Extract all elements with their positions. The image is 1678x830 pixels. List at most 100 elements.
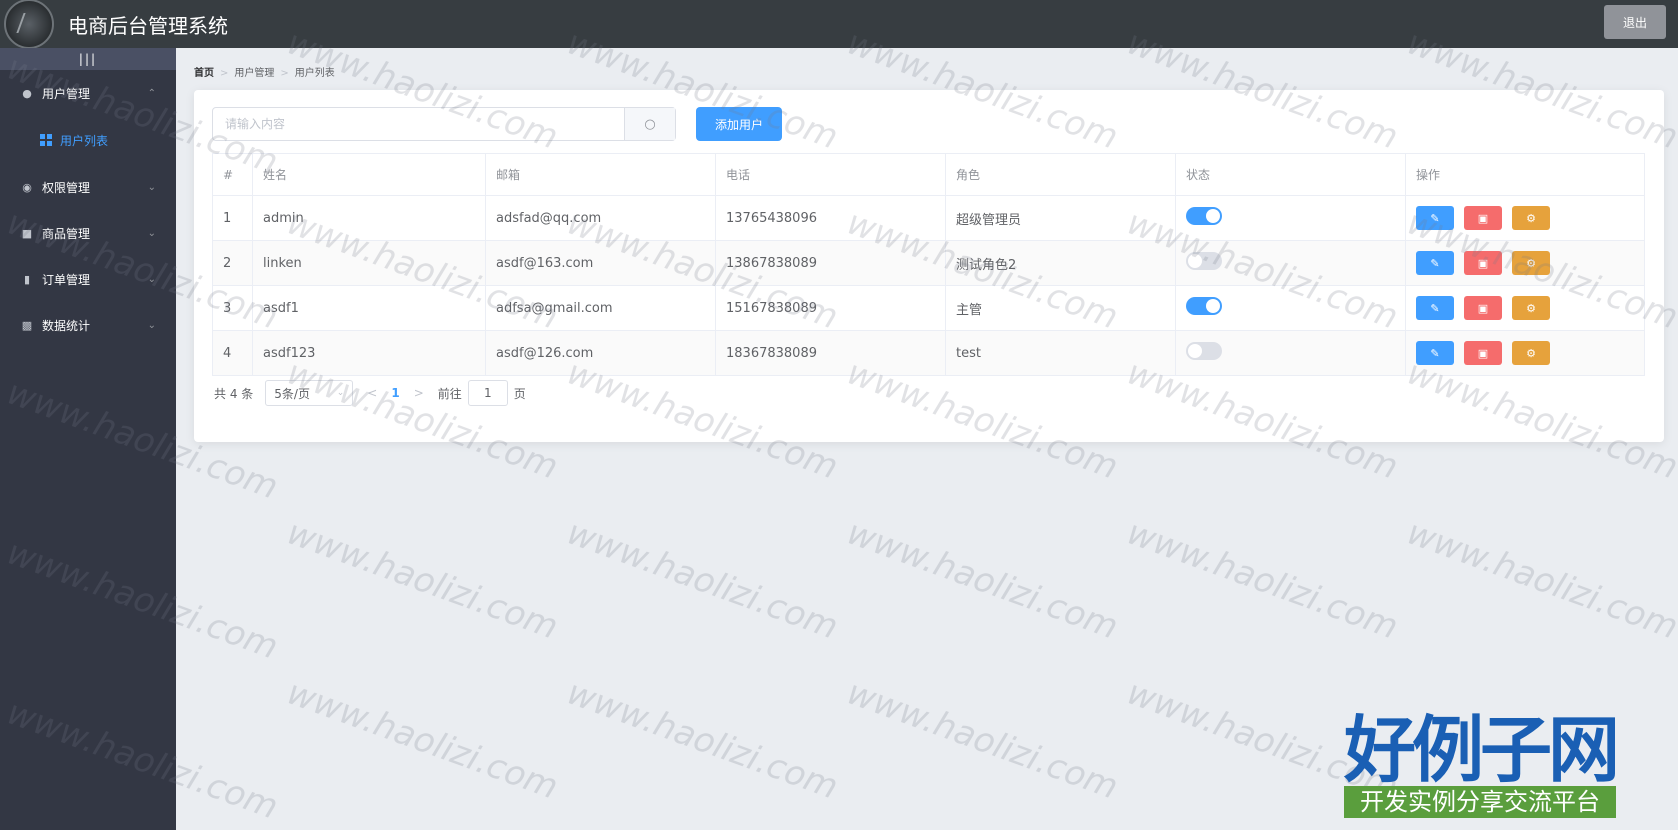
assign-role-button[interactable]: ⚙ (1512, 341, 1550, 365)
breadcrumb-separator-icon: > (220, 68, 229, 79)
table-row: 2 linken asdf@163.com 13867838089 测试角色2 … (212, 240, 1645, 286)
chevron-up-icon: ⌃ (147, 87, 156, 99)
cell-status (1175, 240, 1406, 286)
column-header-role: 角色 (945, 153, 1176, 196)
prev-page-button[interactable]: < (367, 386, 377, 400)
edit-icon: ✎ (1430, 346, 1440, 360)
sidebar-item-user-management[interactable]: ● 用户管理 ⌃ (0, 70, 176, 116)
cell-email: adfsa@gmail.com (485, 285, 716, 331)
cell-index: 3 (212, 285, 253, 331)
sidebar-toggle-button[interactable]: ||| (0, 48, 176, 70)
assign-role-button[interactable]: ⚙ (1512, 206, 1550, 230)
breadcrumb-item: 用户管理 (234, 68, 275, 79)
column-header-index: # (212, 153, 253, 196)
delete-icon: ▣ (1477, 346, 1489, 360)
status-switch[interactable] (1186, 342, 1222, 360)
table-row: 1 admin adsfad@qq.com 13765438096 超级管理员 … (212, 195, 1645, 241)
cell-status (1175, 195, 1406, 241)
cell-role: 测试角色2 (945, 240, 1176, 286)
search-input[interactable] (213, 108, 624, 140)
search-icon[interactable]: ○ (624, 108, 675, 140)
chevron-down-icon: ⌄ (147, 319, 156, 331)
delete-icon: ▣ (1477, 256, 1489, 270)
edit-button[interactable]: ✎ (1416, 296, 1454, 320)
cell-name: asdf1 (252, 285, 486, 331)
sidebar-item-label: 订单管理 (42, 272, 91, 287)
status-switch[interactable] (1186, 252, 1222, 270)
cell-actions: ✎ ▣ ⚙ (1405, 285, 1645, 331)
goods-icon: ■ (21, 226, 33, 240)
edit-button[interactable]: ✎ (1416, 341, 1454, 365)
assign-role-button[interactable]: ⚙ (1512, 296, 1550, 320)
cell-role: 主管 (945, 285, 1176, 331)
cell-name: admin (252, 195, 486, 241)
sidebar-item-goods-management[interactable]: ■ 商品管理 ⌄ (0, 210, 176, 256)
cell-index: 1 (212, 195, 253, 241)
delete-icon: ▣ (1477, 301, 1489, 315)
search-box: ○ (212, 107, 676, 141)
brand-watermark: 好例子网 开发实例分享交流平台 (1344, 707, 1620, 818)
cell-index: 2 (212, 240, 253, 286)
chevron-down-icon: ⌄ (147, 227, 156, 239)
status-switch[interactable] (1186, 297, 1222, 315)
sidebar-item-label: 商品管理 (42, 226, 91, 241)
assign-role-button[interactable]: ⚙ (1512, 251, 1550, 275)
cell-email: adsfad@qq.com (485, 195, 716, 241)
goto-suffix: 页 (513, 386, 526, 401)
delete-button[interactable]: ▣ (1464, 296, 1502, 320)
user-icon: ● (22, 86, 32, 100)
breadcrumb-home[interactable]: 首页 (194, 68, 214, 79)
edit-icon: ✎ (1430, 256, 1440, 270)
grid-icon (40, 134, 52, 146)
goto-page-input[interactable] (467, 380, 508, 406)
cell-status (1175, 285, 1406, 331)
next-page-button[interactable]: > (414, 386, 424, 400)
column-header-actions: 操作 (1405, 153, 1645, 196)
sidebar-item-permission-management[interactable]: ◉ 权限管理 ⌄ (0, 164, 176, 210)
page-number[interactable]: 1 (391, 386, 399, 400)
logout-button[interactable]: 退出 (1604, 5, 1666, 39)
delete-icon: ▣ (1477, 211, 1489, 225)
brand-subtitle: 开发实例分享交流平台 (1344, 786, 1617, 818)
sidebar-subitem-user-list[interactable]: 用户列表 (0, 116, 176, 164)
sidebar-item-order-management[interactable]: ▮ 订单管理 ⌄ (0, 256, 176, 302)
chart-icon: ▩ (21, 318, 33, 332)
cell-email: asdf@163.com (485, 240, 716, 286)
brand-title: 好例子网 (1344, 707, 1620, 792)
cell-phone: 18367838089 (715, 330, 946, 376)
sidebar-item-label: 权限管理 (42, 180, 91, 195)
sidebar-item-label: 用户管理 (42, 86, 91, 101)
sidebar-subitem-label: 用户列表 (60, 133, 109, 148)
edit-button[interactable]: ✎ (1416, 251, 1454, 275)
chevron-down-icon: ⌄ (336, 388, 345, 398)
gear-icon: ⚙ (1526, 346, 1536, 360)
sidebar-item-data-statistics[interactable]: ▩ 数据统计 ⌄ (0, 302, 176, 348)
delete-button[interactable]: ▣ (1464, 206, 1502, 230)
pagination: 共 4 条 5条/页 ⌄ < 1 > 前往 页 (214, 380, 526, 406)
cell-email: asdf@126.com (485, 330, 716, 376)
pagination-total: 共 4 条 (214, 386, 254, 401)
breadcrumb-separator-icon: > (280, 68, 289, 79)
cell-actions: ✎ ▣ ⚙ (1405, 195, 1645, 241)
order-icon: ▮ (23, 272, 31, 286)
page-size-select[interactable]: 5条/页 ⌄ (265, 380, 354, 406)
cell-actions: ✎ ▣ ⚙ (1405, 330, 1645, 376)
user-table: # 姓名 邮箱 电话 角色 状态 操作 1 admin adsfad@qq.co… (212, 153, 1645, 376)
goto-label: 前往 (437, 386, 462, 401)
status-switch[interactable] (1186, 207, 1222, 225)
edit-icon: ✎ (1430, 211, 1440, 225)
sidebar-item-label: 数据统计 (42, 318, 91, 333)
chevron-down-icon: ⌄ (147, 273, 156, 285)
delete-button[interactable]: ▣ (1464, 341, 1502, 365)
cell-status (1175, 330, 1406, 376)
app-header: 电商后台管理系统 退出 (0, 0, 1678, 49)
add-user-button[interactable]: 添加用户 (696, 107, 782, 141)
column-header-status: 状态 (1175, 153, 1406, 196)
page-size-value: 5条/页 (274, 386, 310, 401)
user-list-card: ○ 添加用户 # 姓名 邮箱 电话 角色 状态 操作 (194, 90, 1664, 442)
edit-button[interactable]: ✎ (1416, 206, 1454, 230)
cell-phone: 13765438096 (715, 195, 946, 241)
cell-role: 超级管理员 (945, 195, 1176, 241)
delete-button[interactable]: ▣ (1464, 251, 1502, 275)
cell-name: asdf123 (252, 330, 486, 376)
